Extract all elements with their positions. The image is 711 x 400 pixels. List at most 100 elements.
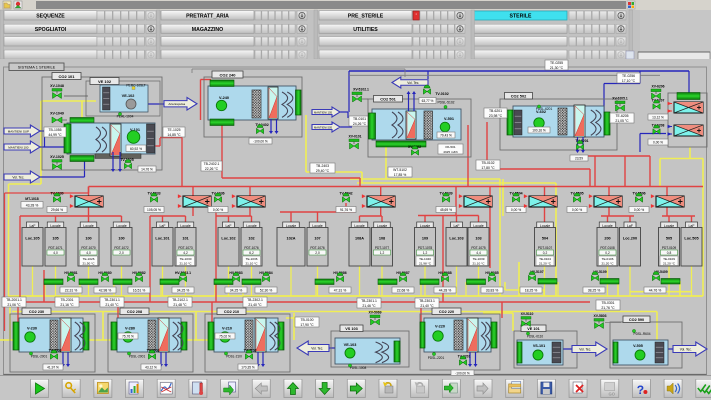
- svg-text:91,76 %: 91,76 %: [340, 208, 352, 212]
- svg-text:V-240: V-240: [219, 96, 229, 100]
- svg-text:CO2 230: CO2 230: [29, 310, 44, 314]
- svg-text:GO: GO: [608, 392, 615, 397]
- svg-text:41,97 %: 41,97 %: [47, 366, 59, 370]
- svg-text:43,28 %: 43,28 %: [26, 204, 38, 208]
- svg-text:4,0: 4,0: [86, 251, 91, 255]
- svg-text:Loc.200: Loc.200: [623, 237, 637, 241]
- svg-text:▪: ▪: [416, 12, 417, 16]
- svg-text:MT-1018: MT-1018: [25, 197, 38, 201]
- svg-text:VE 102: VE 102: [98, 79, 112, 84]
- svg-text:60,92 %: 60,92 %: [130, 147, 142, 151]
- svg-text:XV-1025: XV-1025: [50, 155, 64, 159]
- svg-text:PDSL-2001: PDSL-2001: [31, 355, 48, 359]
- svg-text:VE-102: VE-102: [122, 94, 135, 98]
- svg-text:200: 200: [604, 237, 610, 241]
- svg-text:CO2 590: CO2 590: [629, 318, 644, 322]
- svg-text:6,2: 6,2: [249, 251, 254, 255]
- svg-text:21,06 °C: 21,06 °C: [7, 303, 21, 307]
- svg-text:PDSL-0110: PDSL-0110: [527, 335, 543, 339]
- svg-text:16,51 %: 16,51 %: [133, 289, 145, 293]
- svg-text:0,00 %: 0,00 %: [653, 141, 663, 145]
- svg-text:21,40 °C: 21,40 °C: [420, 304, 434, 308]
- svg-text:XV-6205.1: XV-6205.1: [612, 97, 628, 101]
- svg-text:21,20 °C: 21,20 °C: [601, 262, 614, 266]
- svg-text:PDT-1071: PDT-1071: [48, 246, 63, 250]
- svg-text:PDT-1078: PDT-1078: [418, 246, 433, 250]
- svg-text:SISTEMA 1 STERILE: SISTEMA 1 STERILE: [18, 65, 56, 70]
- svg-text:TB-2302.1: TB-2302.1: [247, 298, 263, 302]
- svg-text:PRE_STERILE: PRE_STERILE: [348, 14, 384, 20]
- svg-text:1,2: 1,2: [423, 251, 428, 255]
- svg-text:Loc.505: Loc.505: [684, 237, 698, 241]
- svg-text:21,05 °C: 21,05 °C: [615, 119, 629, 123]
- svg-text:V-220: V-220: [435, 325, 445, 329]
- svg-text:Aria Espulsa: Aria Espulsa: [168, 102, 185, 106]
- svg-text:STERILE: STERILE: [510, 14, 532, 20]
- svg-text:24,26 °C: 24,26 °C: [353, 122, 367, 126]
- svg-text:XV-5102.1: XV-5102.1: [353, 88, 369, 92]
- svg-text:CO2 101: CO2 101: [58, 74, 75, 79]
- svg-text:108: 108: [379, 237, 385, 241]
- svg-text:TB-6201: TB-6201: [489, 109, 502, 113]
- svg-text:PDSL-R604: PDSL-R604: [633, 332, 650, 336]
- svg-text:505: 505: [666, 237, 672, 241]
- svg-text:101: 101: [182, 237, 188, 241]
- svg-text:XV-6206: XV-6206: [651, 85, 664, 89]
- svg-text:4325 m3/h: 4325 m3/h: [443, 150, 458, 154]
- svg-text:18,25 %: 18,25 %: [525, 289, 537, 293]
- svg-text:TE-1039: TE-1039: [473, 257, 485, 261]
- svg-text:63,77 %: 63,77 %: [422, 99, 434, 103]
- svg-text:47,31 %: 47,31 %: [334, 289, 346, 293]
- svg-text:PDT-0109: PDT-0109: [662, 246, 677, 250]
- svg-text:52,30 %: 52,30 %: [260, 289, 272, 293]
- svg-text:XV-5803: XV-5803: [593, 314, 606, 318]
- svg-text:V-505: V-505: [633, 344, 643, 348]
- svg-text:PDT-1076: PDT-1076: [244, 246, 259, 250]
- svg-text:TE-6205: TE-6205: [615, 114, 628, 118]
- svg-text:SEQUENZE: SEQUENZE: [36, 14, 65, 20]
- svg-text:TE-1026: TE-1026: [83, 257, 95, 261]
- svg-text:TB-2001.1: TB-2001.1: [6, 298, 22, 302]
- svg-text:102A: 102A: [286, 237, 295, 241]
- svg-text:29,40 °C: 29,40 °C: [316, 169, 330, 173]
- svg-text:V-280: V-280: [125, 327, 135, 331]
- svg-text:TB-0301: TB-0301: [601, 301, 614, 305]
- svg-text:XV-1048: XV-1048: [50, 84, 64, 88]
- svg-text:0,00 %: 0,00 %: [572, 208, 582, 212]
- svg-text:TB-2301: TB-2301: [60, 298, 73, 302]
- svg-text:PDSL-2201: PDSL-2201: [428, 356, 445, 360]
- svg-text:V-210: V-210: [222, 327, 232, 331]
- svg-text:TE-1040: TE-1040: [419, 257, 431, 261]
- svg-text:XV-5110: XV-5110: [521, 312, 534, 316]
- svg-text:103: 103: [475, 237, 481, 241]
- svg-text:XV-0101: XV-0101: [348, 135, 361, 139]
- svg-text:PDT-0107: PDT-0107: [538, 246, 553, 250]
- svg-text:TE-1030: TE-1030: [180, 257, 192, 261]
- svg-text:TB-2301.1: TB-2301.1: [361, 299, 377, 303]
- svg-text:MANTIENI SUP: MANTIENI SUP: [8, 129, 29, 133]
- svg-text:0,2: 0,2: [543, 251, 548, 255]
- svg-text:SPOGLIATOI: SPOGLIATOI: [35, 27, 67, 33]
- svg-text:TV-0102: TV-0102: [435, 92, 449, 96]
- svg-text:V-501: V-501: [444, 117, 454, 121]
- svg-text:0,8: 0,8: [667, 251, 672, 255]
- svg-text:PDSL-1008: PDSL-1008: [350, 366, 367, 370]
- svg-text:21,10 °C: 21,10 °C: [472, 262, 485, 266]
- svg-text:0,2: 0,2: [605, 251, 610, 255]
- svg-text:21,98 °C: 21,98 °C: [419, 262, 432, 266]
- svg-text:Loc.102: Loc.102: [221, 237, 235, 241]
- svg-text:21,50 °C: 21,50 °C: [82, 262, 95, 266]
- svg-text:XV-5069: XV-5069: [368, 311, 381, 315]
- svg-text:17,85 %: 17,85 %: [394, 173, 406, 177]
- svg-text:17,90 °C: 17,90 °C: [300, 323, 314, 327]
- svg-text:Loc.105: Loc.105: [25, 237, 39, 241]
- svg-text:PDSL-5102: PDSL-5102: [437, 101, 454, 105]
- svg-text:PDSL-210I: PDSL-210I: [226, 355, 242, 359]
- svg-text:CO2 208: CO2 208: [127, 310, 142, 314]
- svg-text:VE 101: VE 101: [527, 327, 539, 331]
- svg-text:504: 504: [542, 237, 549, 241]
- svg-text:TB-2402.1: TB-2402.1: [204, 162, 220, 166]
- svg-text:4,0: 4,0: [53, 251, 58, 255]
- svg-text:TE-1025: TE-1025: [167, 128, 180, 132]
- svg-text:21,76 °C: 21,76 °C: [601, 306, 615, 310]
